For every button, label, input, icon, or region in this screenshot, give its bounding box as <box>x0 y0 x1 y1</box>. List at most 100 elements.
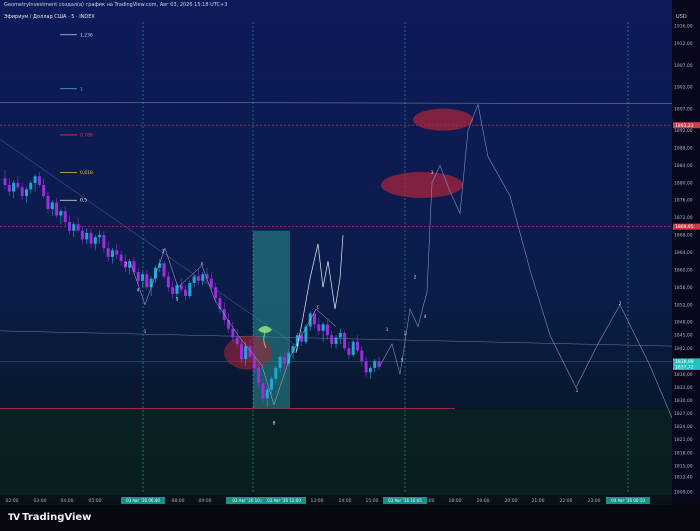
candle-body <box>119 254 123 262</box>
time-highlight-label: 03 Авг '26 12:00 <box>267 498 301 503</box>
candle-body <box>364 361 368 373</box>
candle-body <box>377 361 381 368</box>
candle-body <box>261 383 265 399</box>
candle-body <box>188 282 192 297</box>
candle-body <box>201 274 205 281</box>
wave-label: 5 <box>176 296 179 301</box>
price-tick-label: 1912,00 <box>674 41 693 47</box>
price-badge-text: 1837,72 <box>675 365 694 371</box>
price-tick-label: 1916,00 <box>674 24 693 30</box>
price-tick-label: 1848,00 <box>674 320 693 326</box>
candle-body <box>214 287 218 299</box>
target-zone-ellipse <box>413 108 473 131</box>
price-tick-label: 1852,00 <box>674 302 693 308</box>
chart-window: 1,236 1 0,786 0,618 0,5 1 2 3 4 5 A B C 1 2 3 4 5 1 2 1 1916,… <box>0 0 700 531</box>
candle-body <box>171 287 175 294</box>
candle-body <box>141 274 145 281</box>
price-tick-label: 1868,00 <box>674 233 693 239</box>
price-tick-label: 1815,00 <box>674 463 693 469</box>
candle-body <box>338 333 342 338</box>
candle-body <box>12 182 16 192</box>
price-tick-label: 1824,00 <box>674 424 693 430</box>
wave-label: 1 <box>404 331 407 336</box>
time-tick-label: 05:00 <box>89 498 102 504</box>
lower-zone <box>0 409 672 495</box>
candle-body <box>330 335 334 344</box>
candle-body <box>24 189 28 196</box>
candle-body <box>128 261 132 268</box>
candle-body <box>3 178 7 186</box>
candle-body <box>265 389 269 399</box>
price-tick-label: 1876,00 <box>674 198 693 204</box>
time-tick-label: 03:00 <box>34 498 47 504</box>
time-tick-label: 21:00 <box>532 498 545 504</box>
candle-body <box>360 350 364 362</box>
time-tick-label: 08:00 <box>172 498 185 504</box>
wave-label: 5 <box>401 357 404 362</box>
price-tick-label: 1860,00 <box>674 267 693 273</box>
time-tick-label: 04:00 <box>61 498 74 504</box>
candle-body <box>153 267 157 279</box>
wave-label: 1 <box>576 388 579 393</box>
candle-body <box>252 357 256 368</box>
candle-body <box>209 278 213 288</box>
candle-body <box>72 224 76 231</box>
candle-body <box>274 367 278 379</box>
time-highlight-label: 04 Авг '26 00:10 <box>611 498 645 503</box>
price-chart[interactable]: 1,236 1 0,786 0,618 0,5 1 2 3 4 5 A B C 1 2 3 4 5 1 2 1 1916,… <box>0 0 700 531</box>
price-tick-label: 1897,00 <box>674 106 693 112</box>
time-tick-label: 02:00 <box>6 498 19 504</box>
candle-body <box>300 335 304 342</box>
time-tick-label: 18:00 <box>449 498 462 504</box>
price-tick-label: 1864,00 <box>674 250 693 256</box>
candle-body <box>351 341 355 355</box>
target-zone-ellipse <box>381 172 463 199</box>
candle-body <box>192 276 196 283</box>
candle-body <box>149 278 153 288</box>
price-tick-label: 1892,00 <box>674 128 693 134</box>
wave-label: 4 <box>424 314 427 319</box>
wave-label: 4 <box>137 288 140 293</box>
candle-body <box>184 289 188 297</box>
candle-body <box>175 285 179 294</box>
footer-bar <box>0 505 700 531</box>
currency-label: USD <box>676 14 687 20</box>
candle-body <box>106 248 110 257</box>
time-tick-label: 13:00 <box>311 498 324 504</box>
logo-text: TradingView <box>22 512 92 523</box>
time-tick-label: 14:00 <box>339 498 352 504</box>
price-tick-label: 1888,00 <box>674 145 693 151</box>
price-tick-label: 1827,00 <box>674 411 693 417</box>
time-tick-label: 22:00 <box>560 498 573 504</box>
candle-body <box>63 211 67 223</box>
fib-level-label: 0,786 <box>80 132 93 138</box>
candle-body <box>321 324 325 331</box>
candle-body <box>179 285 183 290</box>
price-tick-label: 1836,00 <box>674 372 693 378</box>
candle-body <box>368 367 372 373</box>
candle-body <box>231 328 235 338</box>
price-tick-label: 1833,00 <box>674 385 693 391</box>
tradingview-icon: TV <box>8 512 20 523</box>
candle-body <box>115 250 119 255</box>
time-tick-label: 23:00 <box>588 498 601 504</box>
price-tick-label: 1842,00 <box>674 346 693 352</box>
candle-body <box>244 346 248 360</box>
price-tick-label: 1907,00 <box>674 63 693 69</box>
candle-body <box>278 357 282 368</box>
candle-body <box>42 185 46 196</box>
wave-label: 3 <box>431 170 434 175</box>
wave-label: A <box>201 262 204 267</box>
candle-body <box>257 367 261 384</box>
price-tick-label: 1872,00 <box>674 215 693 221</box>
candle-body <box>136 272 140 281</box>
candle-body <box>20 187 24 196</box>
price-tick-label: 1818,00 <box>674 450 693 456</box>
candle-body <box>50 202 54 209</box>
candle-body <box>67 222 71 231</box>
price-tick-label: 1856,00 <box>674 285 693 291</box>
time-tick-label: 09:00 <box>199 498 212 504</box>
candle-body <box>166 276 170 288</box>
price-badge-text: 1869,95 <box>675 224 694 230</box>
price-tick-label: 1884,00 <box>674 163 693 169</box>
